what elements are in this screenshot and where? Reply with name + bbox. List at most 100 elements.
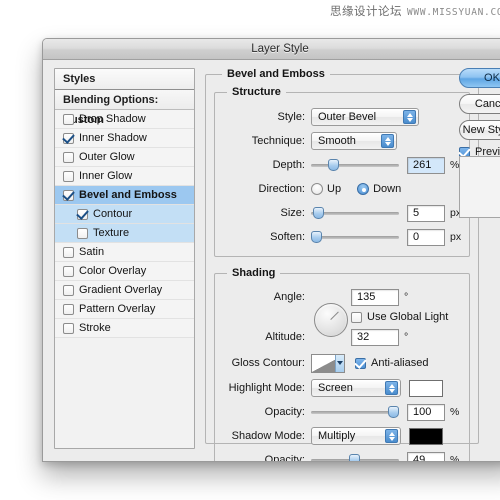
effect-label: Color Overlay [79,265,147,277]
soften-input[interactable]: 0 [407,228,445,246]
cancel-button[interactable]: Cancel [459,94,500,114]
shadow-mode-select[interactable]: Multiply [311,427,401,445]
angle-row: Angle: 135 ° [219,287,461,307]
effect-item-inner-shadow[interactable]: Inner Shadow [55,129,194,148]
direction-up-radio[interactable] [311,183,323,195]
effect-checkbox[interactable] [63,246,74,258]
altitude-input[interactable]: 32 [351,328,399,346]
chevron-down-icon[interactable] [335,354,344,372]
soften-value: 0 [413,231,420,243]
style-label: Style: [277,111,305,123]
effect-checkbox[interactable] [63,322,74,334]
layer-style-dialog: Layer Style Styles Blending Options: Cus… [42,38,500,462]
angle-input[interactable]: 135 [351,288,399,306]
effect-item-satin[interactable]: Satin [55,243,194,262]
angle-dial[interactable] [314,303,348,337]
dialog-titlebar[interactable]: Layer Style [43,39,500,60]
highlight-color-swatch[interactable] [409,379,443,397]
soften-slider-track [311,236,399,239]
style-row: Style: Outer Bevel [219,106,461,128]
bevel-emboss-legend: Bevel and Emboss [227,68,325,80]
effect-checkbox[interactable] [63,170,74,182]
depth-slider-knob[interactable] [327,159,339,171]
altitude-value: 32 [357,331,370,343]
effect-item-outer-glow[interactable]: Outer Glow [55,148,194,167]
structure-legend: Structure [232,86,281,98]
depth-label: Depth: [272,159,305,171]
direction-row: Direction: Up Down [219,178,461,200]
shadow-opacity-slider[interactable] [311,452,399,461]
direction-down-radio[interactable] [357,183,370,195]
angle-value: 135 [357,291,376,303]
size-input[interactable]: 5 [407,204,445,222]
effect-checkbox[interactable] [63,303,74,315]
effect-checkbox[interactable] [77,227,88,239]
effect-item-color-overlay[interactable]: Color Overlay [55,262,194,281]
effect-label: Inner Glow [79,170,133,182]
effect-checkbox[interactable] [63,265,74,277]
highlight-opacity-value: 100 [413,406,432,418]
shadow-opacity-input[interactable]: 49 [407,451,445,461]
effect-item-bevel-and-emboss[interactable]: Bevel and Emboss [55,186,194,205]
highlight-mode-select[interactable]: Screen [311,379,401,397]
dialog-body: Styles Blending Options: Custom Drop Sha… [43,60,500,461]
shadow-opacity-knob[interactable] [348,454,360,461]
effect-label: Stroke [79,322,111,334]
highlight-opacity-input[interactable]: 100 [407,403,445,421]
effect-checkbox[interactable] [63,284,74,296]
angle-label: Angle: [273,291,305,303]
style-select[interactable]: Outer Bevel [311,108,419,126]
depth-input[interactable]: 261 [407,156,445,174]
highlight-opacity-slider[interactable] [311,404,399,420]
effect-checkbox[interactable] [63,189,74,201]
ok-button[interactable]: OK [459,68,500,88]
effect-checkbox[interactable] [63,151,74,163]
blending-options-row[interactable]: Blending Options: Custom [55,90,194,126]
highlight-mode-value: Screen [318,382,353,394]
highlight-opacity-label: Opacity: [264,406,305,418]
chevron-updown-icon[interactable] [385,381,398,395]
effect-item-pattern-overlay[interactable]: Pattern Overlay [55,300,194,319]
size-slider-knob[interactable] [313,207,325,219]
gloss-contour-label: Gloss Contour: [231,357,305,369]
effect-checkbox[interactable] [63,113,74,125]
technique-select[interactable]: Smooth [311,132,397,150]
shadow-color-swatch[interactable] [409,427,443,445]
effect-item-inner-glow[interactable]: Inner Glow [55,167,194,186]
direction-label: Direction: [258,183,305,195]
shadow-mode-value: Multiply [318,430,356,442]
screenshot-root: 思缘设计论坛 WWW.MISSYUAN.COM Layer Style Style… [0,0,500,500]
highlight-opacity-knob[interactable] [388,406,399,418]
effect-item-stroke[interactable]: Stroke [55,319,194,338]
effect-checkbox[interactable] [63,132,74,144]
use-global-light-checkbox[interactable] [351,311,362,323]
highlight-opacity-track [311,411,399,414]
highlight-mode-row: Highlight Mode: Screen [219,377,461,399]
chevron-updown-icon[interactable] [385,429,398,443]
depth-unit: % [450,159,460,171]
soften-unit: px [450,231,462,243]
effect-item-texture[interactable]: Texture [55,224,194,243]
effect-checkbox[interactable] [77,208,88,220]
new-style-button[interactable]: New Style... [459,120,500,140]
anti-aliased-checkbox[interactable] [355,357,366,369]
use-global-light-label: Use Global Light [367,311,449,323]
styles-panel: Styles Blending Options: Custom Drop Sha… [54,68,195,449]
chevron-updown-icon[interactable] [403,110,416,124]
size-slider[interactable] [311,205,399,221]
direction-up-label: Up [327,183,342,195]
structure-group: Structure Style: Outer Bevel Technique: [214,86,471,257]
effects-list: Drop Shadow Inner Shadow Outer Glow Inner G… [55,110,194,338]
technique-label: Technique: [251,135,305,147]
technique-select-value: Smooth [318,135,356,147]
preview-thumbnail [459,156,500,218]
altitude-unit: ° [404,331,409,343]
soften-slider[interactable] [311,229,399,245]
soften-slider-knob[interactable] [311,231,322,243]
depth-slider[interactable] [311,157,399,173]
effect-item-gradient-overlay[interactable]: Gradient Overlay [55,281,194,300]
chevron-updown-icon[interactable] [381,134,394,148]
effect-item-contour[interactable]: Contour [55,205,194,224]
styles-panel-header[interactable]: Styles [55,69,194,90]
gloss-contour-picker[interactable] [311,353,345,373]
